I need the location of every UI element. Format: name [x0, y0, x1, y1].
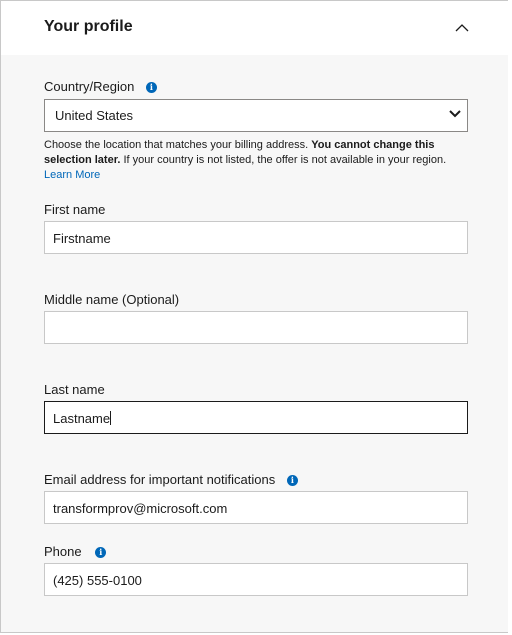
- phone-field[interactable]: (425) 555-0100: [44, 563, 468, 596]
- last-name-text: Lastname: [53, 411, 111, 426]
- learn-more-link[interactable]: Learn More: [44, 169, 100, 181]
- text-cursor: [110, 411, 112, 425]
- phone-label-text: Phone: [44, 544, 82, 559]
- help-text-prefix: Choose the location that matches your bi…: [44, 139, 312, 151]
- info-icon[interactable]: i: [286, 475, 298, 487]
- help-text-suffix: If your country is not listed, the offer…: [120, 154, 447, 166]
- section-header[interactable]: Your profile: [1, 1, 509, 55]
- email-value: transformprov@microsoft.com: [53, 501, 228, 516]
- chevron-down-icon: [449, 110, 461, 118]
- last-name-value: Lastname: [53, 411, 112, 426]
- email-label: Email address for important notification…: [44, 472, 298, 487]
- first-name-field[interactable]: Firstname: [44, 221, 468, 254]
- middle-name-field[interactable]: [44, 311, 468, 344]
- section-title: Your profile: [44, 18, 133, 35]
- first-name-label: First name: [44, 202, 106, 217]
- last-name-label: Last name: [44, 382, 105, 397]
- country-help-text: Choose the location that matches your bi…: [44, 138, 474, 183]
- country-select[interactable]: United States: [44, 99, 468, 132]
- country-select-value: United States: [55, 108, 134, 123]
- page-gutter: [508, 0, 512, 635]
- last-name-field[interactable]: Lastname: [44, 401, 468, 434]
- first-name-value: Firstname: [53, 231, 111, 246]
- chevron-up-icon: [455, 24, 469, 32]
- country-label: Country/Region i: [44, 79, 157, 94]
- phone-value: (425) 555-0100: [53, 573, 142, 588]
- info-icon[interactable]: i: [95, 547, 107, 559]
- profile-panel: Your profile Country/Region i United Sta…: [0, 0, 510, 633]
- phone-label: Phone i: [44, 544, 107, 559]
- country-label-text: Country/Region: [44, 79, 135, 94]
- middle-name-label: Middle name (Optional): [44, 292, 180, 307]
- email-label-text: Email address for important notification…: [44, 472, 276, 487]
- collapse-button[interactable]: [451, 17, 473, 39]
- info-icon[interactable]: i: [145, 82, 157, 94]
- email-field[interactable]: transformprov@microsoft.com: [44, 491, 468, 524]
